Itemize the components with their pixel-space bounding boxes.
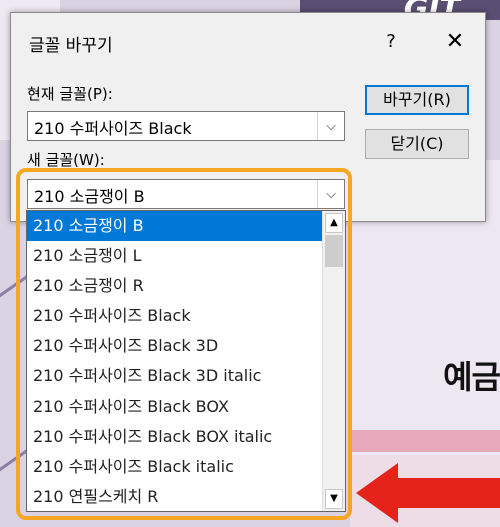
red-arrow-icon bbox=[356, 463, 398, 523]
font-list-item[interactable]: 210 소금쟁이 B bbox=[27, 211, 323, 242]
font-list-item[interactable]: 210 수퍼사이즈 Black italic bbox=[27, 452, 323, 482]
current-font-value: 210 수퍼사이즈 Black bbox=[34, 119, 192, 138]
font-list-items: 210 소금쟁이 B 210 소금쟁이 L 210 소금쟁이 R 210 수퍼사이즈 … bbox=[27, 211, 323, 511]
replace-button[interactable]: 바꾸기(R) bbox=[365, 85, 469, 115]
font-list-item[interactable]: 210 수퍼사이즈 Black 3D bbox=[27, 331, 323, 361]
font-list-item[interactable]: 210 연필스케치 R bbox=[27, 482, 323, 511]
chevron-down-icon[interactable]: ⌵ bbox=[317, 112, 344, 140]
dialog-title: 글꼴 바꾸기 bbox=[29, 36, 113, 56]
font-list-item[interactable]: 210 수퍼사이즈 Black bbox=[27, 301, 323, 331]
font-dropdown-list[interactable]: 210 소금쟁이 B 210 소금쟁이 L 210 소금쟁이 R 210 수퍼사이즈 … bbox=[26, 210, 346, 512]
current-font-select[interactable]: 210 수퍼사이즈 Black ⌵ bbox=[27, 111, 345, 141]
red-arrow-tail bbox=[396, 478, 500, 508]
font-list-item[interactable]: 210 소금쟁이 R bbox=[27, 271, 323, 301]
font-list-item[interactable]: 210 소금쟁이 L bbox=[27, 241, 323, 271]
font-list-item[interactable]: 210 수퍼사이즈 Black 3D italic bbox=[27, 361, 323, 391]
scroll-up-icon[interactable]: ▲ bbox=[325, 213, 343, 233]
font-list-item[interactable]: 210 수퍼사이즈 Black BOX italic bbox=[27, 422, 323, 452]
slide-pink-band bbox=[350, 430, 500, 452]
close-icon[interactable]: ✕ bbox=[437, 27, 473, 57]
close-button[interactable]: 닫기(C) bbox=[365, 129, 469, 159]
current-font-label: 현재 글꼴(P): bbox=[27, 85, 113, 103]
slide-heading: 예금 bbox=[443, 358, 500, 396]
scroll-down-icon[interactable]: ▼ bbox=[325, 489, 343, 509]
scrollbar[interactable]: ▲ ▼ bbox=[322, 211, 345, 511]
help-button[interactable]: ? bbox=[376, 27, 406, 57]
new-font-label: 새 글꼴(W): bbox=[27, 151, 105, 169]
font-list-item[interactable]: 210 수퍼사이즈 Black BOX bbox=[27, 392, 323, 422]
scroll-thumb[interactable] bbox=[325, 235, 343, 267]
